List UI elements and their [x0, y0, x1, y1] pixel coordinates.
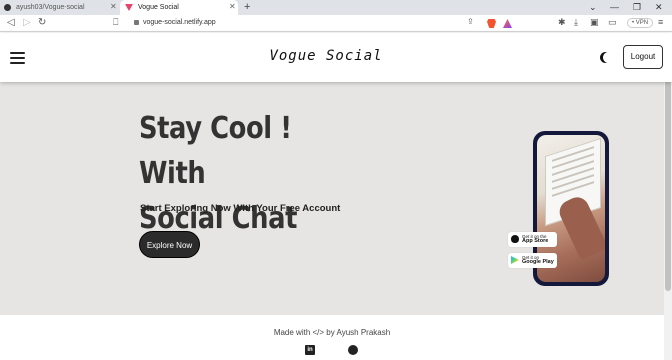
footer-credit: Made with </> by Ayush Prakash [273, 328, 391, 337]
browser-tab-strip: ayush03/Vogue-social ✕ Vogue Social ✕ + … [0, 0, 672, 15]
reload-icon[interactable]: ↻ [38, 17, 46, 28]
google-play-badge[interactable]: Get it on Google Play [508, 253, 557, 268]
share-icon[interactable]: ⇪ [467, 17, 474, 26]
hero-subtitle: Start Exploring Now With Your Free Accou… [140, 203, 341, 214]
site-footer: Made with </> by Ayush Prakash in [0, 315, 672, 360]
logout-button[interactable]: Logout [623, 45, 663, 69]
tab-title: Vogue Social [138, 4, 179, 11]
tab-title: ayush03/Vogue-social [16, 4, 85, 11]
hero-title: Stay Cool ! With Social Chat [139, 106, 363, 241]
brave-shields-icon[interactable] [487, 19, 496, 28]
minimize-icon[interactable]: — [610, 0, 619, 15]
github-favicon-icon [4, 4, 11, 11]
app-store-badge[interactable]: Get it on the App Store [508, 232, 557, 247]
hero-title-line-1: Stay Cool ! With [139, 111, 292, 191]
new-tab-icon[interactable]: + [244, 0, 250, 15]
linkedin-icon[interactable]: in [305, 345, 315, 355]
explore-now-button[interactable]: Explore Now [139, 231, 200, 258]
address-bar: ◁ ▷ ↻ ⎕ vogue-social.netlify.app ⇪ ✱ ⤓ ▣… [0, 15, 672, 32]
tab-search-chevron-icon[interactable]: ⌄ [589, 0, 597, 15]
tab-vogue-social[interactable]: Vogue Social [120, 0, 238, 15]
brand-title: Vogue Social [269, 48, 383, 64]
site-header: Vogue Social Logout [0, 33, 672, 82]
url-field[interactable]: vogue-social.netlify.app [143, 19, 216, 26]
github-icon[interactable] [348, 345, 358, 355]
extensions-icon[interactable]: ✱ [558, 17, 566, 28]
vogue-favicon-icon [125, 4, 133, 11]
lock-icon [134, 20, 139, 25]
download-icon[interactable]: ⤓ [574, 17, 578, 28]
wallet-icon[interactable]: ▭ [608, 17, 617, 28]
sidebar-icon[interactable]: ▣ [590, 17, 599, 28]
maximize-icon[interactable]: ❐ [633, 0, 641, 15]
back-icon[interactable]: ◁ [7, 17, 15, 28]
vpn-button[interactable]: • VPN [627, 18, 653, 28]
menu-icon[interactable]: ≡ [658, 17, 663, 27]
app-store-big-text: App Store [522, 238, 549, 244]
close-tab-icon[interactable]: ✕ [110, 2, 117, 11]
dark-mode-moon-icon[interactable] [603, 52, 614, 63]
page-scrollbar[interactable] [664, 33, 672, 360]
close-window-icon[interactable]: ✕ [655, 0, 663, 15]
google-play-big-text: Google Play [522, 259, 554, 265]
brave-rewards-icon[interactable] [503, 19, 512, 28]
google-play-icon [511, 256, 519, 264]
tab-github[interactable]: ayush03/Vogue-social [4, 0, 120, 15]
hero-section: Stay Cool ! With Social Chat Start Explo… [0, 82, 672, 315]
close-tab-icon[interactable]: ✕ [229, 2, 236, 11]
bookmark-icon[interactable]: ⎕ [113, 17, 118, 28]
forward-icon[interactable]: ▷ [23, 17, 31, 28]
apple-icon [511, 235, 519, 243]
